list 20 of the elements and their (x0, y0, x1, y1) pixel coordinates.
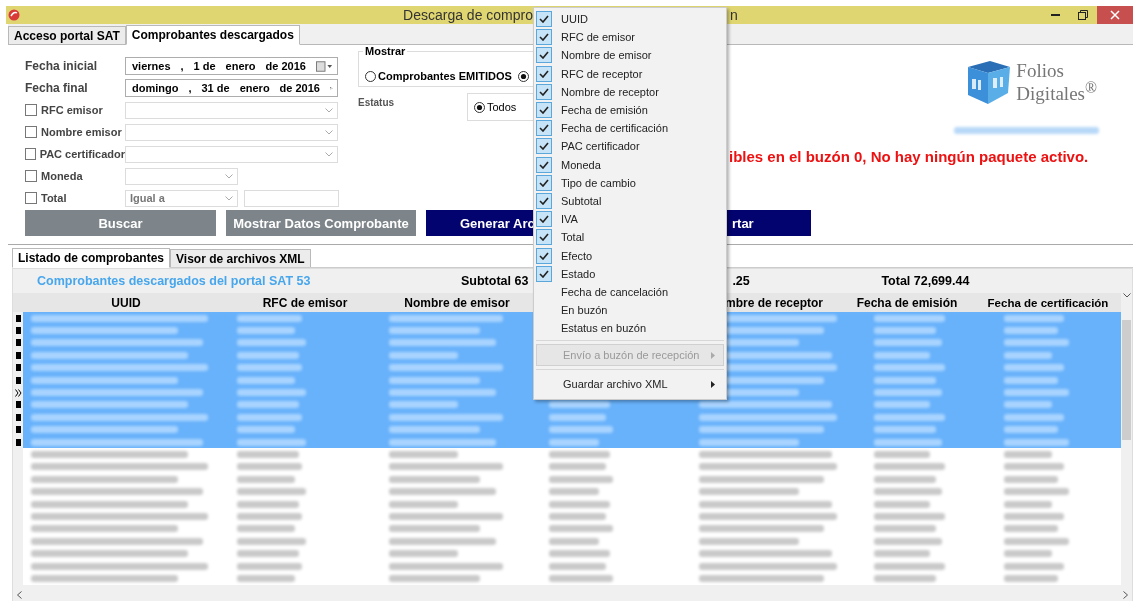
group-label: Mostrar (363, 45, 408, 57)
logo-text: Folios (1016, 61, 1065, 79)
logo-text: Digitales$^{®}$ (1016, 78, 1097, 103)
field-label: Nombre emisor (41, 126, 122, 138)
summary-title: Comprobantes descargados del portal SAT 53 (37, 274, 312, 288)
field-label: Fecha inicial (25, 59, 99, 73)
field-label: Estatus (358, 97, 396, 110)
field-label: PAC certificador (39, 148, 125, 160)
window-title: Descarga de compro (403, 7, 533, 23)
status-message: ibles en el buzón 0, No hay ningún paquete activo. (729, 148, 1090, 165)
field-label: RFC emisor (41, 104, 103, 116)
total-text: Total 72,699.44 (881, 274, 970, 288)
amount-text: .25 (732, 274, 751, 288)
field-label: Moneda (41, 170, 83, 182)
field-label: Fecha final (25, 81, 89, 95)
radio-label: Comprobantes EMITIDOS (378, 70, 512, 82)
radio-label: Todos (487, 101, 517, 113)
field-label: Total (41, 192, 67, 204)
subtotal-text: Subtotal 63 (461, 274, 529, 288)
window-title: n (730, 7, 738, 23)
